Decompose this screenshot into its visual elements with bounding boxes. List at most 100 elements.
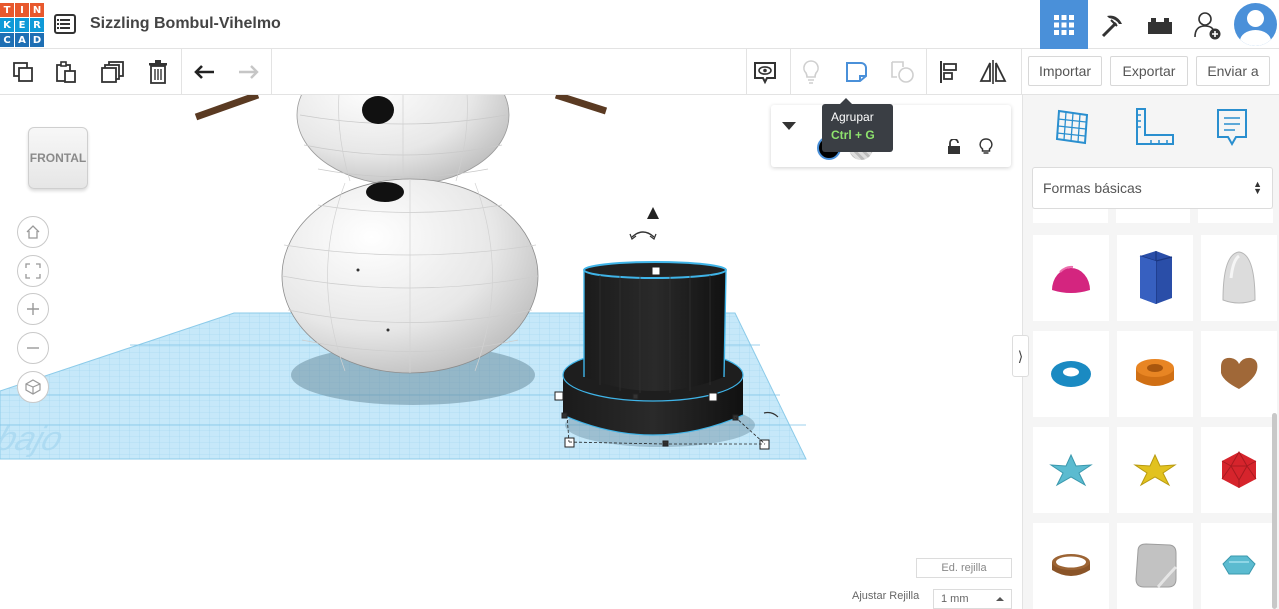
group-tooltip: Agrupar Ctrl + G <box>822 98 893 152</box>
undo-icon <box>194 65 214 79</box>
perspective-button[interactable] <box>17 371 49 403</box>
logo-letter: K <box>0 18 14 32</box>
view-switcher <box>1040 0 1279 49</box>
group-button[interactable] <box>842 57 872 87</box>
shape-star[interactable] <box>1033 427 1109 513</box>
panel-scrollbar[interactable] <box>1272 413 1277 609</box>
paste-button[interactable] <box>51 57 81 87</box>
invite-user-button[interactable] <box>1184 0 1232 49</box>
ungroup-button[interactable] <box>888 57 918 87</box>
mirror-icon <box>979 60 1007 84</box>
collapse-arrow-icon[interactable] <box>781 121 797 131</box>
tinkercad-app: TIN KER CAD Sizzling Bombul-Vihelmo Import… <box>0 0 1279 609</box>
workplane-canvas[interactable]: e de trabajo <box>0 95 1022 609</box>
shape-ring[interactable] <box>1033 523 1109 609</box>
shape-paraboloid[interactable] <box>1201 235 1277 321</box>
snap-grid-select[interactable]: 1 mm <box>933 589 1012 609</box>
trash-icon <box>149 60 167 84</box>
shape-icosahedron[interactable] <box>1201 427 1277 513</box>
ungroup-icon <box>891 61 914 83</box>
shape-rounded-box[interactable] <box>1117 523 1193 609</box>
light-button[interactable] <box>796 57 826 87</box>
duplicate-icon <box>101 61 124 83</box>
logo-letter: T <box>0 3 14 17</box>
paste-icon <box>56 61 76 83</box>
ruler-icon[interactable] <box>1133 107 1175 147</box>
zoom-in-button[interactable] <box>17 293 49 325</box>
add-user-icon <box>1194 11 1221 39</box>
shape-gem[interactable] <box>1201 523 1277 609</box>
panel-toggle-button[interactable]: ⟩ <box>1012 335 1029 377</box>
3d-view-icon <box>1054 14 1074 35</box>
fit-view-button[interactable] <box>17 255 49 287</box>
snowman-eye[interactable] <box>362 96 394 124</box>
align-icon <box>940 61 957 83</box>
height-arrow-icon[interactable] <box>647 207 659 219</box>
top-hat[interactable] <box>562 261 744 436</box>
home-icon <box>26 225 40 239</box>
tooltip-title: Agrupar <box>831 110 874 124</box>
user-avatar[interactable] <box>1234 3 1277 46</box>
edit-toolbar: Importar Exportar Enviar a <box>0 49 1279 95</box>
updown-arrows-icon: ▲ ▼ <box>1253 179 1262 196</box>
import-button[interactable]: Importar <box>1028 56 1102 86</box>
group-icon <box>846 62 867 82</box>
pickaxe-icon <box>1101 15 1122 37</box>
shape-tube[interactable] <box>1117 331 1193 417</box>
shape-polygon[interactable] <box>1117 235 1193 321</box>
fit-view-icon <box>25 263 41 279</box>
home-view-button[interactable] <box>17 216 49 248</box>
edit-grid-button[interactable]: Ed. rejilla <box>916 558 1012 578</box>
redo-button[interactable] <box>233 57 263 87</box>
shape-category-label: Formas básicas <box>1043 180 1142 196</box>
logo-letter: E <box>15 18 29 32</box>
align-button[interactable] <box>934 57 964 87</box>
shape-grid <box>1033 235 1277 609</box>
snowman-button[interactable] <box>366 182 404 202</box>
design-list-icon[interactable] <box>54 14 76 34</box>
copy-icon <box>13 62 33 82</box>
workplane-icon[interactable] <box>1053 107 1093 147</box>
notes-icon <box>754 62 776 85</box>
shape-half-sphere[interactable] <box>1033 235 1109 321</box>
blocks-view-button[interactable] <box>1088 0 1136 49</box>
design-title[interactable]: Sizzling Bombul-Vihelmo <box>90 15 281 33</box>
logo-letter: C <box>0 33 14 47</box>
copy-button[interactable] <box>8 57 38 87</box>
shape-star-gold[interactable] <box>1117 427 1193 513</box>
logo-letter: N <box>30 3 44 17</box>
tinkercad-logo[interactable]: TIN KER CAD <box>0 3 44 47</box>
snap-grid-label: Ajustar Rejilla <box>852 590 920 602</box>
shape-category-select[interactable]: Formas básicas ▲ ▼ <box>1032 167 1273 209</box>
undo-button[interactable] <box>190 57 220 87</box>
export-button[interactable]: Exportar <box>1110 56 1188 86</box>
cube-icon <box>25 379 41 395</box>
bricks-view-button[interactable] <box>1136 0 1184 49</box>
top-bar: TIN KER CAD Sizzling Bombul-Vihelmo <box>0 0 1279 49</box>
shape-heart[interactable] <box>1201 331 1277 417</box>
send-to-button[interactable]: Enviar a <box>1196 56 1270 86</box>
snowman-arm-right[interactable] <box>554 95 608 115</box>
3d-view-button[interactable] <box>1040 0 1088 49</box>
plus-icon <box>27 303 39 315</box>
duplicate-button[interactable] <box>98 57 128 87</box>
lightbulb-icon <box>803 60 819 84</box>
lock-icon[interactable] <box>947 139 961 155</box>
logo-letter: D <box>30 33 44 47</box>
note-icon[interactable] <box>1215 107 1249 147</box>
notes-button[interactable] <box>750 57 780 87</box>
shape-torus[interactable] <box>1033 331 1109 417</box>
zoom-out-button[interactable] <box>17 332 49 364</box>
mirror-button[interactable] <box>978 57 1008 87</box>
visibility-bulb-icon[interactable] <box>979 138 993 156</box>
view-cube[interactable]: FRONTAL <box>28 127 88 189</box>
redo-icon <box>239 65 259 79</box>
3d-scene[interactable]: e de trabajo <box>0 95 1022 609</box>
logo-letter: I <box>15 3 29 17</box>
snowman-arm-left[interactable] <box>194 95 260 121</box>
bricks-icon <box>1148 17 1172 34</box>
logo-letter: A <box>15 33 29 47</box>
chevron-right-icon: ⟩ <box>1017 347 1024 364</box>
delete-button[interactable] <box>143 57 173 87</box>
logo-letter: R <box>30 18 44 32</box>
